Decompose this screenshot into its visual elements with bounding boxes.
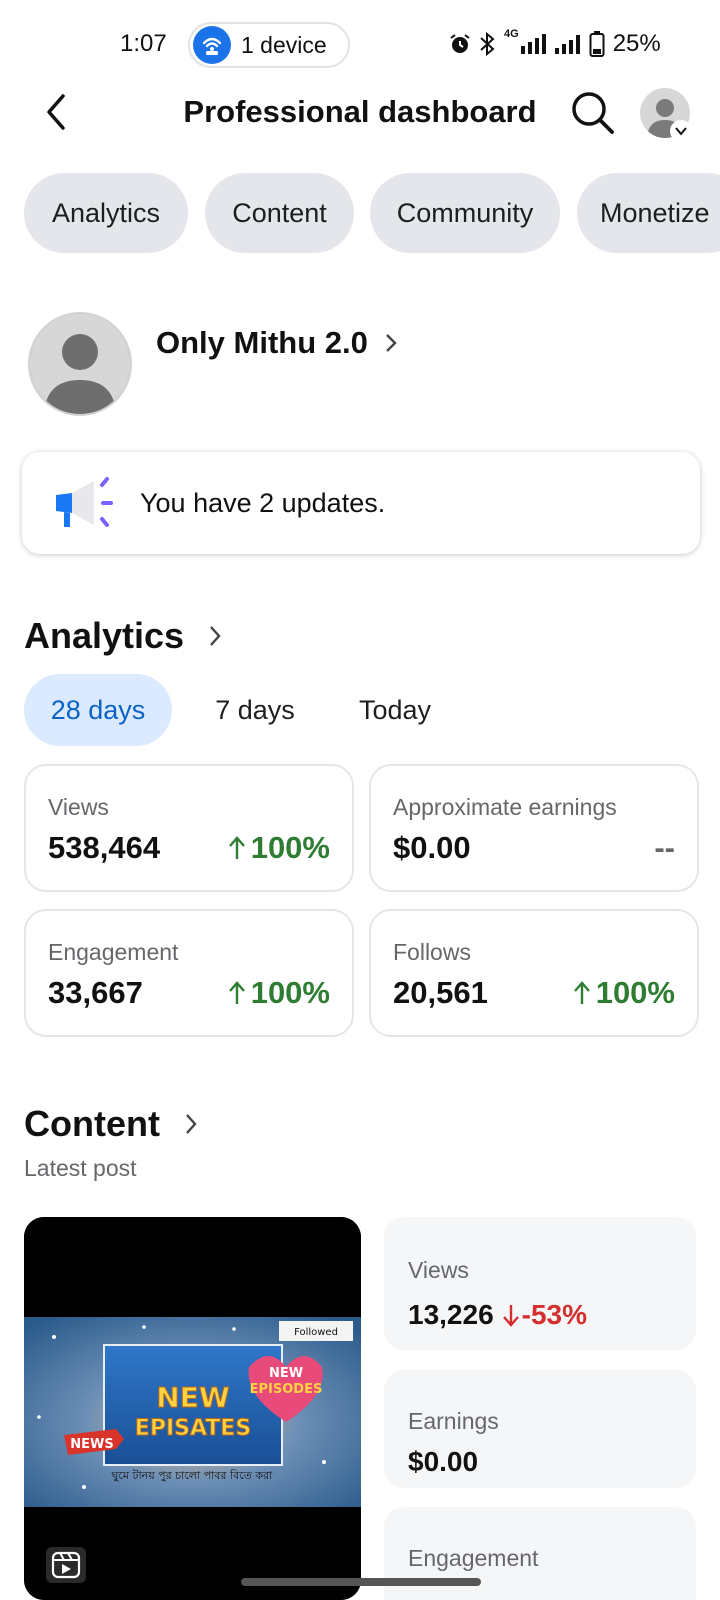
stat-value: 20,561 xyxy=(393,975,488,1010)
stat-label: Approximate earnings xyxy=(393,794,617,820)
stat-change-value: -- xyxy=(654,830,675,865)
alarm-icon xyxy=(450,34,470,53)
profile-link[interactable]: Only Mithu 2.0 xyxy=(156,325,398,361)
megaphone-icon xyxy=(56,477,113,527)
stat-label: Follows xyxy=(393,939,471,965)
arrow-down-icon xyxy=(502,1305,519,1327)
chevron-right-icon xyxy=(210,626,221,646)
tab-monetize[interactable]: Monetize xyxy=(577,173,720,253)
stat-change: 100% xyxy=(572,975,675,1011)
stat-change: 100% xyxy=(227,830,330,866)
content-section-title: Content xyxy=(24,1103,160,1144)
updates-card[interactable]: You have 2 updates. xyxy=(22,452,700,554)
stat-change: -- xyxy=(654,830,675,866)
engagement-stat-card[interactable]: Engagement 33,667 100% xyxy=(24,909,354,1037)
post-thumbnail-art: NEW EPISATES NEW EPISODES Followed NEWS … xyxy=(24,1217,361,1600)
account-switcher-chevron[interactable] xyxy=(670,120,692,142)
home-indicator[interactable] xyxy=(241,1578,481,1586)
tab-content[interactable]: Content xyxy=(205,173,354,253)
updates-text: You have 2 updates. xyxy=(140,487,386,518)
stat-change-value: 100% xyxy=(250,830,330,865)
content-section-link[interactable]: Content xyxy=(24,1103,198,1145)
signal-icon-sim2 xyxy=(554,35,580,54)
back-button[interactable] xyxy=(30,84,82,140)
profile-avatar[interactable] xyxy=(28,312,132,416)
range-7-days[interactable]: 7 days xyxy=(200,674,310,746)
stat-change-value: 100% xyxy=(595,975,675,1010)
arrow-up-icon xyxy=(573,981,590,1004)
page-title: Professional dashboard xyxy=(183,94,537,129)
stat-label: Engagement xyxy=(48,939,179,965)
stat-value: 538,464 xyxy=(48,830,161,865)
metric-change: -53% xyxy=(502,1299,587,1331)
stat-change-value: 100% xyxy=(250,975,330,1010)
thumbnail-caption: ঘুমে টানয় পুর চালো পাবর বিতে করা xyxy=(111,1469,274,1482)
stat-label: Views xyxy=(48,794,109,820)
metric-value: $0.00 xyxy=(408,1446,479,1477)
hotspot-indicator[interactable]: 1 device xyxy=(188,22,350,68)
post-earnings-card[interactable]: Earnings $0.00 xyxy=(384,1370,696,1488)
range-today[interactable]: Today xyxy=(345,674,445,746)
chevron-right-icon xyxy=(186,1114,197,1134)
stat-value: $0.00 xyxy=(393,830,471,865)
views-stat-card[interactable]: Views 538,464 100% xyxy=(24,764,354,892)
post-engagement-card[interactable]: Engagement xyxy=(384,1507,696,1600)
status-icons: 4G 25% xyxy=(448,28,661,60)
search-icon xyxy=(572,92,614,134)
battery-level: 25% xyxy=(612,30,661,57)
signal-icon-sim1 xyxy=(520,34,546,54)
hotspot-label: 1 device xyxy=(241,31,327,58)
thumbnail-followed-tag: Followed xyxy=(294,1327,338,1338)
metric-label: Earnings xyxy=(408,1408,499,1434)
analytics-section-title: Analytics xyxy=(24,615,185,656)
thumbnail-ribbon-1: NEW xyxy=(269,1366,303,1381)
chevron-down-icon xyxy=(675,127,687,136)
metric-value-row: 13,226 -53% xyxy=(408,1299,587,1331)
chevron-right-icon xyxy=(386,334,397,352)
default-avatar-icon xyxy=(44,334,116,414)
battery-icon xyxy=(589,31,605,57)
profile-name: Only Mithu 2.0 xyxy=(156,325,368,360)
follows-stat-card[interactable]: Follows 20,561 100% xyxy=(369,909,699,1037)
search-button[interactable] xyxy=(566,86,620,140)
thumbnail-headline-2: EPISATES xyxy=(135,1416,251,1441)
analytics-section-link[interactable]: Analytics xyxy=(24,615,222,657)
thumbnail-ribbon-2: EPISODES xyxy=(250,1382,323,1397)
hotspot-icon xyxy=(193,26,231,64)
thumbnail-headline-1: NEW xyxy=(156,1381,230,1414)
arrow-up-icon xyxy=(228,981,245,1004)
metric-change-value: -53% xyxy=(521,1299,588,1330)
stat-change: 100% xyxy=(227,975,330,1011)
status-time: 1:07 xyxy=(120,30,167,57)
metric-label: Engagement xyxy=(408,1545,539,1571)
latest-post-label: Latest post xyxy=(24,1155,137,1181)
tab-community[interactable]: Community xyxy=(370,173,560,253)
arrow-up-icon xyxy=(228,836,245,859)
metric-value: 13,226 xyxy=(408,1299,494,1330)
post-views-card[interactable]: Views 13,226 -53% xyxy=(384,1217,696,1350)
tab-analytics[interactable]: Analytics xyxy=(24,173,188,253)
thumbnail-badge: NEWS xyxy=(70,1437,113,1452)
network-type-icon: 4G xyxy=(504,28,519,40)
earnings-stat-card[interactable]: Approximate earnings $0.00 -- xyxy=(369,764,699,892)
chevron-left-icon xyxy=(47,94,65,130)
metric-label: Views xyxy=(408,1257,469,1283)
range-28-days[interactable]: 28 days xyxy=(24,674,172,746)
latest-post-thumbnail[interactable]: NEW EPISATES NEW EPISODES Followed NEWS … xyxy=(24,1217,361,1600)
bluetooth-icon xyxy=(480,31,495,57)
stat-value: 33,667 xyxy=(48,975,143,1010)
